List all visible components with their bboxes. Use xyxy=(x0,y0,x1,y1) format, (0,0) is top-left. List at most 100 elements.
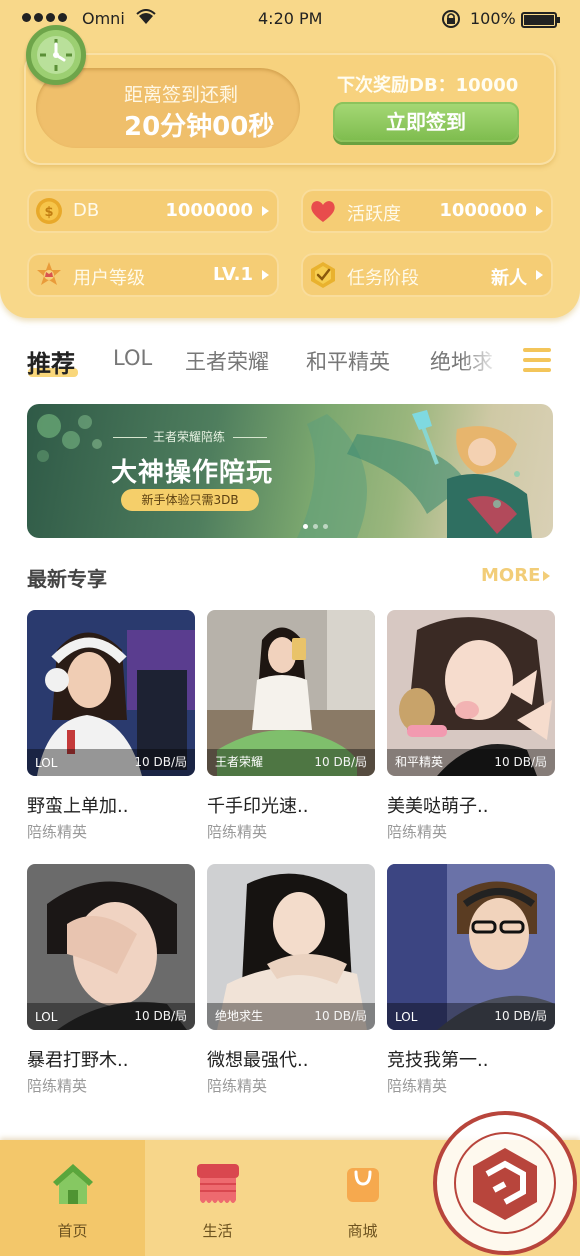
crown-badge-icon xyxy=(37,262,61,285)
card-price: 10 DB/局 xyxy=(314,755,367,769)
chevron-right-icon xyxy=(262,206,269,216)
card-player-role: 陪练精英 xyxy=(207,823,268,841)
header-panel: Omni 4:20 PM 100% 距离签到还剩 20分钟00秒 下次奖励DB：… xyxy=(0,0,580,318)
stat-activity[interactable]: 活跃度 1000000 xyxy=(301,189,553,233)
card-price: 10 DB/局 xyxy=(494,755,547,769)
shop-awning-icon xyxy=(197,1164,239,1203)
stat-task-stage[interactable]: 任务阶段 新人 xyxy=(301,253,553,297)
tab-lol[interactable]: LOL xyxy=(113,346,152,370)
player-photo: 绝地求生 10 DB/局 xyxy=(207,864,375,1030)
tab-honor-of-kings[interactable]: 王者荣耀 xyxy=(185,346,269,376)
check-badge-icon xyxy=(311,262,335,288)
tab-overflow-fade xyxy=(460,338,500,388)
stat-db[interactable]: $ DB 1000000 xyxy=(27,189,279,233)
stat-label: 任务阶段 xyxy=(347,268,419,289)
nav-life[interactable]: 生活 xyxy=(145,1140,290,1256)
player-photo: LOL 10 DB/局 xyxy=(27,610,195,776)
card-price: 10 DB/局 xyxy=(494,1009,547,1023)
card-price: 10 DB/局 xyxy=(134,1009,187,1023)
carousel-dot[interactable] xyxy=(313,524,318,529)
card-price: 10 DB/局 xyxy=(134,755,187,769)
sign-in-button[interactable]: 立即签到 xyxy=(333,102,519,142)
nav-home[interactable]: 首页 xyxy=(0,1140,145,1256)
card-player-role: 陪练精英 xyxy=(387,823,448,841)
status-bar: Omni 4:20 PM 100% xyxy=(0,0,580,40)
carousel-dot[interactable] xyxy=(303,524,308,529)
card-player-name: 美美哒萌子.. xyxy=(387,796,489,817)
card-info-strip: LOL 10 DB/局 xyxy=(387,1003,555,1030)
coin-icon: $ xyxy=(36,198,62,224)
stat-value: 1000000 xyxy=(439,200,527,221)
card-price: 10 DB/局 xyxy=(314,1009,367,1023)
stat-label: 活跃度 xyxy=(347,204,401,225)
stat-value: LV.1 xyxy=(213,264,253,285)
watermark-seal xyxy=(433,1111,577,1255)
card-player-name: 千手印光速.. xyxy=(207,796,309,817)
promo-banner[interactable]: 王者荣耀陪练 大神操作陪玩 新手体验只需3DB xyxy=(27,404,553,538)
chevron-right-icon xyxy=(536,206,543,216)
player-photo: 和平精英 10 DB/局 xyxy=(387,610,555,776)
countdown-label: 距离签到还剩 xyxy=(124,84,239,106)
carousel-dot[interactable] xyxy=(323,524,328,529)
battery-tip xyxy=(557,17,560,23)
stat-value: 新人 xyxy=(491,268,527,289)
stat-label: 用户等级 xyxy=(73,268,145,289)
rotation-lock-icon xyxy=(441,9,461,33)
card-info-strip: LOL 10 DB/局 xyxy=(27,1003,195,1030)
nav-mall[interactable]: 商城 xyxy=(290,1140,435,1256)
heart-icon xyxy=(311,201,335,222)
battery-icon xyxy=(521,12,557,28)
banner-artwork xyxy=(37,410,532,538)
stat-user-level[interactable]: 用户等级 LV.1 xyxy=(27,253,279,297)
stat-label: DB xyxy=(73,200,100,221)
card-game-tag: LOL xyxy=(395,1010,418,1024)
card-info-strip: 和平精英 10 DB/局 xyxy=(387,749,555,776)
chevron-right-icon[interactable] xyxy=(543,571,550,581)
banner-divider xyxy=(113,437,147,438)
card-info-strip: LOL 10 DB/局 xyxy=(27,749,195,776)
card-info-strip: 绝地求生 10 DB/局 xyxy=(207,1003,375,1030)
nav-label: 首页 xyxy=(57,1222,88,1240)
card-player-role: 陪练精英 xyxy=(27,1077,88,1095)
section-title: 最新专享 xyxy=(27,567,107,591)
card-game-tag: 和平精英 xyxy=(395,755,444,769)
card-player-role: 陪练精英 xyxy=(27,823,88,841)
nav-label: 生活 xyxy=(202,1222,233,1240)
tab-recommended[interactable]: 推荐 xyxy=(27,344,75,379)
carrier-name: Omni xyxy=(82,9,125,28)
card-game-tag: 绝地求生 xyxy=(215,1009,264,1023)
player-photo: 王者荣耀 10 DB/局 xyxy=(207,610,375,776)
clock-icon xyxy=(26,25,86,85)
tab-peace-elite[interactable]: 和平精英 xyxy=(306,346,390,376)
banner-tag: 新手体验只需3DB xyxy=(121,489,259,511)
wifi-icon xyxy=(136,9,156,29)
carousel-dots[interactable] xyxy=(303,524,328,529)
chevron-right-icon xyxy=(536,270,543,280)
stat-value: 1000000 xyxy=(165,200,253,221)
home-icon xyxy=(53,1164,93,1204)
nav-label: 商城 xyxy=(347,1222,378,1240)
card-player-name: 微想最强代.. xyxy=(207,1050,309,1071)
player-photo: LOL 10 DB/局 xyxy=(387,864,555,1030)
clock-time: 4:20 PM xyxy=(258,9,323,28)
menu-icon[interactable] xyxy=(523,348,551,372)
svg-text:$: $ xyxy=(44,205,53,220)
card-game-tag: 王者荣耀 xyxy=(215,755,264,769)
card-game-tag: LOL xyxy=(35,1010,58,1024)
battery-percent: 100% xyxy=(470,9,516,28)
card-player-name: 野蛮上单加.. xyxy=(27,796,129,817)
card-player-role: 陪练精英 xyxy=(207,1077,268,1095)
card-game-tag: LOL xyxy=(35,756,58,770)
banner-subtitle: 王者荣耀陪练 xyxy=(153,430,226,444)
more-link[interactable]: MORE xyxy=(481,565,540,586)
card-player-name: 竞技我第一.. xyxy=(387,1050,489,1071)
countdown-value: 20分钟00秒 xyxy=(124,112,275,142)
banner-title: 大神操作陪玩 xyxy=(111,458,274,488)
card-player-role: 陪练精英 xyxy=(387,1077,448,1095)
chevron-right-icon xyxy=(262,270,269,280)
signal-icon xyxy=(22,13,67,22)
category-tabs: 推荐 LOL 王者荣耀 和平精英 绝地求 xyxy=(0,338,580,388)
next-reward-text: 下次奖励DB：10000 xyxy=(337,75,519,96)
banner-divider xyxy=(233,437,267,438)
player-photo: LOL 10 DB/局 xyxy=(27,864,195,1030)
